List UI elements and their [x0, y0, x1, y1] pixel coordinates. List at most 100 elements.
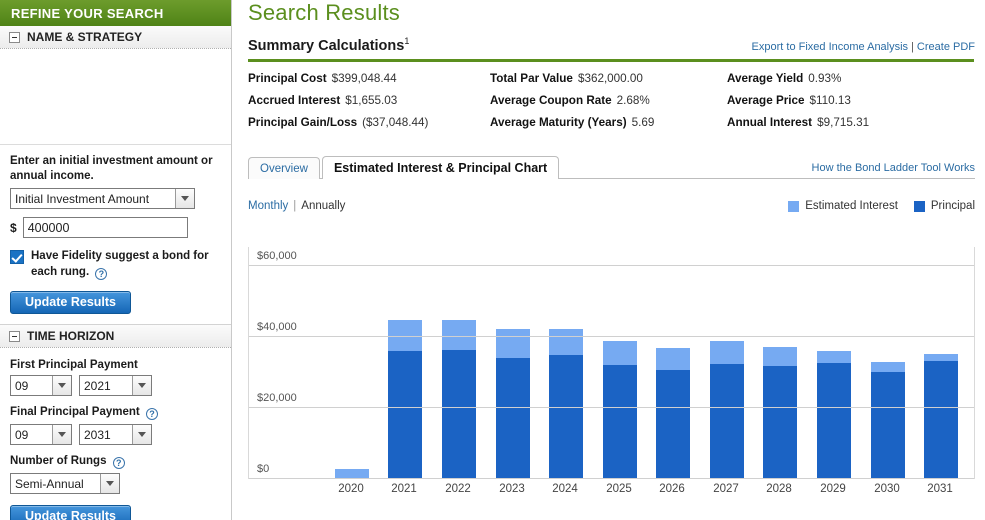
- dollar-sign-label: $: [10, 221, 17, 235]
- chevron-down-icon[interactable]: [175, 189, 194, 208]
- update-results-button-bottom[interactable]: Update Results: [10, 505, 131, 520]
- calc-item: Annual Interest$9,715.31: [727, 116, 978, 129]
- help-icon[interactable]: ?: [95, 268, 107, 280]
- chart-bar[interactable]: [656, 348, 690, 479]
- chart-bar-segment-principal[interactable]: [871, 372, 905, 479]
- collapse-icon[interactable]: [9, 32, 20, 43]
- header-links: Export to Fixed Income Analysis|Create P…: [752, 41, 975, 53]
- investment-type-select[interactable]: Initial Investment Amount: [10, 188, 195, 209]
- tab-estimated-interest-principal-chart[interactable]: Estimated Interest & Principal Chart: [322, 156, 559, 179]
- chart-bar-segment-principal[interactable]: [817, 363, 851, 479]
- chart-bar-segment-estimated-interest[interactable]: [603, 341, 637, 365]
- help-icon[interactable]: ?: [113, 457, 125, 469]
- section-header-name-strategy[interactable]: NAME & STRATEGY: [0, 26, 231, 49]
- chart-bar[interactable]: [871, 362, 905, 479]
- chart-x-tick-label: 2029: [808, 483, 858, 495]
- calc-item: Average Price$110.13: [727, 94, 978, 107]
- chart-bar-segment-estimated-interest[interactable]: [496, 329, 530, 358]
- calc-label: Accrued Interest: [248, 94, 340, 107]
- section-header-time-horizon[interactable]: TIME HORIZON: [0, 325, 231, 348]
- chart-bar[interactable]: [388, 320, 422, 479]
- chevron-down-icon[interactable]: [132, 425, 151, 444]
- summary-header: Summary Calculations1 Export to Fixed In…: [248, 36, 975, 54]
- chart-bar-segment-principal[interactable]: [710, 364, 744, 479]
- final-principal-payment-text: Final Principal Payment: [10, 406, 140, 418]
- refine-search-title: REFINE YOUR SEARCH: [11, 6, 164, 21]
- chart-x-tick-label: 2021: [379, 483, 429, 495]
- chart-bar[interactable]: [817, 351, 851, 479]
- calc-label: Average Coupon Rate: [490, 94, 612, 107]
- chart-x-tick-label: 2023: [487, 483, 537, 495]
- investment-prompt: Enter an initial investment amount or an…: [10, 154, 221, 183]
- calc-label: Total Par Value: [490, 72, 573, 85]
- number-of-rungs-label: Number of Rungs ?: [10, 455, 221, 469]
- section-title-time-horizon: TIME HORIZON: [27, 329, 114, 343]
- frequency-separator: |: [293, 200, 296, 212]
- suggest-bond-text: Have Fidelity suggest a bond for each ru…: [31, 250, 209, 278]
- chart-bar-segment-principal[interactable]: [656, 370, 690, 479]
- first-principal-payment-label: First Principal Payment: [10, 359, 221, 371]
- help-icon[interactable]: ?: [146, 408, 158, 420]
- section-title-name-strategy: NAME & STRATEGY: [27, 30, 142, 44]
- chart-bar[interactable]: [603, 341, 637, 479]
- legend-swatch-icon: [788, 201, 799, 212]
- calc-item: Principal Gain/Loss($37,048.44): [248, 116, 490, 129]
- chart-bar[interactable]: [442, 320, 476, 479]
- update-results-button-top[interactable]: Update Results: [10, 291, 131, 314]
- suggest-bond-checkbox-row[interactable]: Have Fidelity suggest a bond for each ru…: [10, 249, 221, 280]
- final-principal-payment-label: Final Principal Payment ?: [10, 406, 221, 420]
- chart-bar-segment-principal[interactable]: [442, 350, 476, 479]
- chevron-down-icon[interactable]: [132, 376, 151, 395]
- first-month-select-wrap[interactable]: 09: [10, 375, 72, 396]
- chart-bar-segment-principal[interactable]: [496, 358, 530, 479]
- create-pdf-link[interactable]: Create PDF: [917, 41, 975, 53]
- first-principal-payment-row: 09 2021: [10, 375, 221, 396]
- calc-value: $9,715.31: [817, 116, 869, 129]
- export-to-fixed-income-analysis-link[interactable]: Export to Fixed Income Analysis: [752, 41, 909, 53]
- chart-bar-segment-estimated-interest[interactable]: [924, 354, 958, 361]
- checkbox-checked-icon[interactable]: [10, 250, 24, 264]
- number-of-rungs-select-wrap[interactable]: Semi-Annual: [10, 473, 120, 494]
- chart-x-tick-label: 2026: [647, 483, 697, 495]
- chevron-down-icon[interactable]: [100, 474, 119, 493]
- investment-type-select-wrap[interactable]: Initial Investment Amount: [10, 188, 195, 209]
- name-strategy-body: [0, 49, 231, 145]
- chart-bar-segment-estimated-interest[interactable]: [763, 347, 797, 366]
- final-month-select-wrap[interactable]: 09: [10, 424, 72, 445]
- frequency-monthly-link[interactable]: Monthly: [248, 200, 288, 212]
- chart-bar-segment-estimated-interest[interactable]: [817, 351, 851, 363]
- chart-bar[interactable]: [710, 341, 744, 479]
- bond-ladder-screen: REFINE YOUR SEARCH NAME & STRATEGY Enter…: [0, 0, 985, 520]
- calc-value: ($37,048.44): [362, 116, 428, 129]
- chart-bar-segment-estimated-interest[interactable]: [549, 329, 583, 355]
- collapse-icon[interactable]: [9, 331, 20, 342]
- legend-label: Principal: [931, 200, 975, 212]
- frequency-annually-current[interactable]: Annually: [301, 200, 345, 212]
- chart-controls-row: Monthly|Annually Estimated Interest Prin…: [248, 200, 975, 212]
- chart-bar-segment-principal[interactable]: [388, 351, 422, 479]
- investment-amount-input[interactable]: [23, 217, 188, 238]
- chart-bar-segment-principal[interactable]: [603, 365, 637, 479]
- chart-bar[interactable]: [924, 354, 958, 479]
- chart-bar-segment-estimated-interest[interactable]: [656, 348, 690, 370]
- chart-bar[interactable]: [496, 329, 530, 479]
- chart-bar[interactable]: [763, 347, 797, 479]
- first-year-select-wrap[interactable]: 2021: [79, 375, 152, 396]
- number-of-rungs-text: Number of Rungs: [10, 455, 106, 467]
- chart-bar-segment-estimated-interest[interactable]: [871, 362, 905, 372]
- chart-bar-segment-estimated-interest[interactable]: [710, 341, 744, 364]
- chart-bar-segment-principal[interactable]: [924, 361, 958, 479]
- final-year-select-wrap[interactable]: 2031: [79, 424, 152, 445]
- tab-overview[interactable]: Overview: [248, 157, 320, 179]
- chart-bar-segment-principal[interactable]: [763, 366, 797, 479]
- chart-bar-segment-estimated-interest[interactable]: [442, 320, 476, 350]
- calc-value: $362,000.00: [578, 72, 643, 85]
- chart-bar[interactable]: [549, 329, 583, 479]
- how-the-bond-ladder-tool-works-link[interactable]: How the Bond Ladder Tool Works: [812, 162, 975, 174]
- summary-calculations-grid: Principal Cost$399,048.44 Total Par Valu…: [248, 72, 978, 129]
- legend-swatch-icon: [914, 201, 925, 212]
- search-results-main: Search Results Summary Calculations1 Exp…: [232, 0, 985, 520]
- chart-bar-segment-principal[interactable]: [549, 355, 583, 479]
- chevron-down-icon[interactable]: [52, 376, 71, 395]
- chevron-down-icon[interactable]: [52, 425, 71, 444]
